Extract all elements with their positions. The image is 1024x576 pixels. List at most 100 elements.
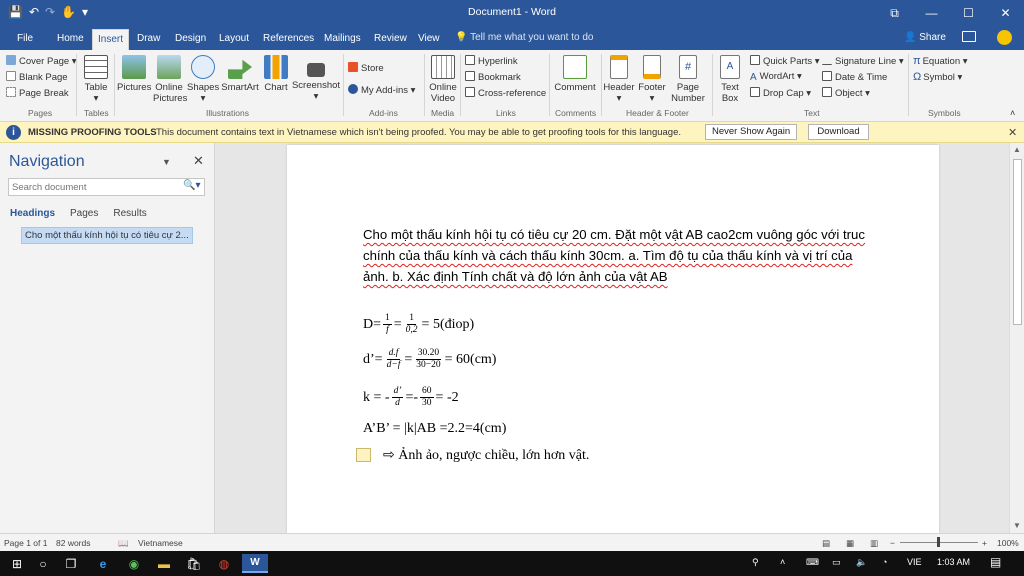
tab-insert[interactable]: Insert [92, 29, 130, 50]
object-button[interactable]: Object ▾ [822, 87, 870, 99]
word-taskbar-icon[interactable]: W [242, 554, 268, 573]
tab-headings[interactable]: Headings [10, 208, 55, 219]
equation-vergence[interactable]: D= 1f = 1 0,2 = 5(điop) [363, 313, 474, 336]
volume-icon[interactable]: 🔈 [856, 557, 867, 568]
footer-button[interactable]: Footer ▾ [636, 55, 668, 104]
app-icon[interactable]: ◉ [121, 554, 147, 573]
maximize-button[interactable]: ☐ [950, 0, 987, 26]
header-button[interactable]: Header ▾ [603, 55, 635, 104]
bookmark-button[interactable]: Bookmark [465, 71, 521, 83]
symbol-button[interactable]: Ω Symbol ▾ [913, 71, 962, 83]
task-view-icon[interactable]: ❐ [58, 554, 84, 573]
signature-line-button[interactable]: Signature Line ▾ [822, 55, 904, 67]
document-page[interactable]: Cho một thấu kính hội tụ có tiêu cự 20 c… [287, 145, 939, 533]
ribbon-display-options-icon[interactable]: ⧉ [876, 0, 913, 26]
scroll-down-icon[interactable]: ▼ [1013, 521, 1021, 530]
equation-magnification[interactable]: k = - d’ d =- 60 30 = -2 [363, 386, 459, 409]
comment-button[interactable]: Comment [552, 55, 598, 93]
people-icon[interactable]: ⚲ [752, 557, 759, 568]
close-message-icon[interactable]: ✕ [1008, 126, 1017, 139]
input-language[interactable]: VIE [907, 557, 922, 567]
online-video-button[interactable]: Online Video [428, 55, 458, 104]
search-document-input[interactable] [8, 178, 205, 196]
online-pictures-button[interactable]: Online Pictures [153, 55, 187, 104]
zoom-in-button[interactable]: + [982, 538, 987, 548]
tab-file[interactable]: File [12, 29, 38, 50]
wordart-button[interactable]: A WordArt ▾ [750, 71, 802, 83]
comments-icon[interactable] [962, 31, 976, 42]
network-icon[interactable]: ◔ [882, 557, 887, 567]
word-count[interactable]: 82 words [56, 538, 91, 548]
tab-mailings[interactable]: Mailings [319, 29, 366, 50]
chrome-icon[interactable]: ◍ [211, 554, 237, 573]
tab-review[interactable]: Review [369, 29, 412, 50]
tab-draw[interactable]: Draw [132, 29, 165, 50]
close-pane-icon[interactable]: ✕ [193, 153, 204, 169]
conclusion-line[interactable]: ⇨ Ảnh ảo, ngược chiều, lớn hơn vật. [383, 447, 589, 464]
heading-item[interactable]: Cho một thấu kính hội tụ có tiêu cự 2... [21, 227, 193, 244]
battery-icon[interactable]: ▭ [832, 557, 841, 568]
download-button[interactable]: Download [808, 124, 869, 140]
collapse-ribbon-icon[interactable]: ˄ [1010, 108, 1015, 118]
tab-references[interactable]: References [258, 29, 319, 50]
pictures-button[interactable]: Pictures [117, 55, 151, 93]
file-explorer-icon[interactable]: ▬ [151, 554, 177, 573]
tab-design[interactable]: Design [170, 29, 211, 50]
tab-results[interactable]: Results [113, 208, 146, 219]
paste-options-icon[interactable] [356, 448, 371, 462]
equation-button[interactable]: π Equation ▾ [913, 55, 968, 67]
cross-reference-button[interactable]: Cross-reference [465, 87, 546, 99]
tell-me-search[interactable]: 💡 Tell me what you want to do [455, 32, 593, 43]
zoom-out-button[interactable]: − [890, 538, 895, 548]
print-layout-icon[interactable]: ▦ [846, 538, 854, 549]
my-addins-button[interactable]: My Add-ins ▾ [348, 84, 415, 96]
tab-home[interactable]: Home [52, 29, 89, 50]
smartart-button[interactable]: SmartArt [220, 55, 260, 93]
read-mode-icon[interactable]: ▤ [822, 538, 830, 549]
cover-page-button[interactable]: Cover Page ▾ [6, 55, 77, 67]
text-box-button[interactable]: A Text Box [715, 55, 745, 104]
page-count[interactable]: Page 1 of 1 [4, 538, 47, 548]
language-indicator[interactable]: Vietnamese [138, 538, 183, 548]
screenshot-button[interactable]: Screenshot ▾ [291, 55, 341, 102]
vertical-scrollbar[interactable]: ▲ ▼ [1009, 143, 1024, 533]
hyperlink-button[interactable]: Hyperlink [465, 55, 518, 67]
table-button[interactable]: Table ▾ [84, 55, 108, 104]
close-button[interactable]: ✕ [987, 0, 1024, 26]
date-time-button[interactable]: Date & Time [822, 71, 887, 83]
tab-pages[interactable]: Pages [70, 208, 98, 219]
cortana-icon[interactable]: ○ [30, 554, 56, 573]
chart-button[interactable]: Chart [262, 55, 290, 93]
minimize-button[interactable]: — [913, 0, 950, 26]
page-number-button[interactable]: # Page Number [668, 55, 708, 104]
windows-start-icon[interactable]: ⊞ [4, 554, 30, 573]
feedback-smiley-icon[interactable] [997, 30, 1012, 45]
proofing-icon[interactable]: 📖 [118, 538, 129, 549]
search-icon[interactable]: 🔍▾ [183, 180, 200, 191]
drop-cap-button[interactable]: Drop Cap ▾ [750, 87, 811, 99]
equation-image-height[interactable]: A’B’ = |k|AB =2.2=4(cm) [363, 421, 506, 437]
never-show-again-button[interactable]: Never Show Again [705, 124, 798, 140]
share-button[interactable]: 👤 Share [904, 32, 946, 43]
keyboard-icon[interactable]: ⌨ [806, 557, 819, 568]
edge-icon[interactable]: e [90, 554, 116, 573]
blank-page-button[interactable]: Blank Page [6, 71, 68, 83]
tab-layout[interactable]: Layout [214, 29, 254, 50]
problem-paragraph[interactable]: Cho một thấu kính hội tụ có tiêu cự 20 c… [363, 224, 871, 287]
scroll-up-icon[interactable]: ▲ [1013, 145, 1021, 154]
show-hidden-icons[interactable]: ˄ [780, 557, 785, 567]
shapes-button[interactable]: Shapes ▾ [187, 55, 219, 104]
tab-view[interactable]: View [413, 29, 445, 50]
zoom-slider-thumb[interactable] [937, 537, 940, 547]
zoom-level[interactable]: 100% [997, 538, 1019, 548]
pane-options-icon[interactable]: ▼ [162, 157, 171, 167]
quick-parts-button[interactable]: Quick Parts ▾ [750, 55, 820, 67]
equation-image-distance[interactable]: d’= d.f d−f = 30.20 30−20 = 60(cm) [363, 348, 496, 371]
action-center-icon[interactable]: ▤ [990, 555, 1001, 569]
store-taskbar-icon[interactable]: 🛍 [181, 554, 207, 573]
web-layout-icon[interactable]: ▥ [870, 538, 878, 549]
clock[interactable]: 1:03 AM [937, 557, 970, 567]
page-break-button[interactable]: Page Break [6, 87, 69, 99]
scroll-thumb[interactable] [1013, 159, 1022, 325]
store-button[interactable]: Store [348, 62, 384, 74]
